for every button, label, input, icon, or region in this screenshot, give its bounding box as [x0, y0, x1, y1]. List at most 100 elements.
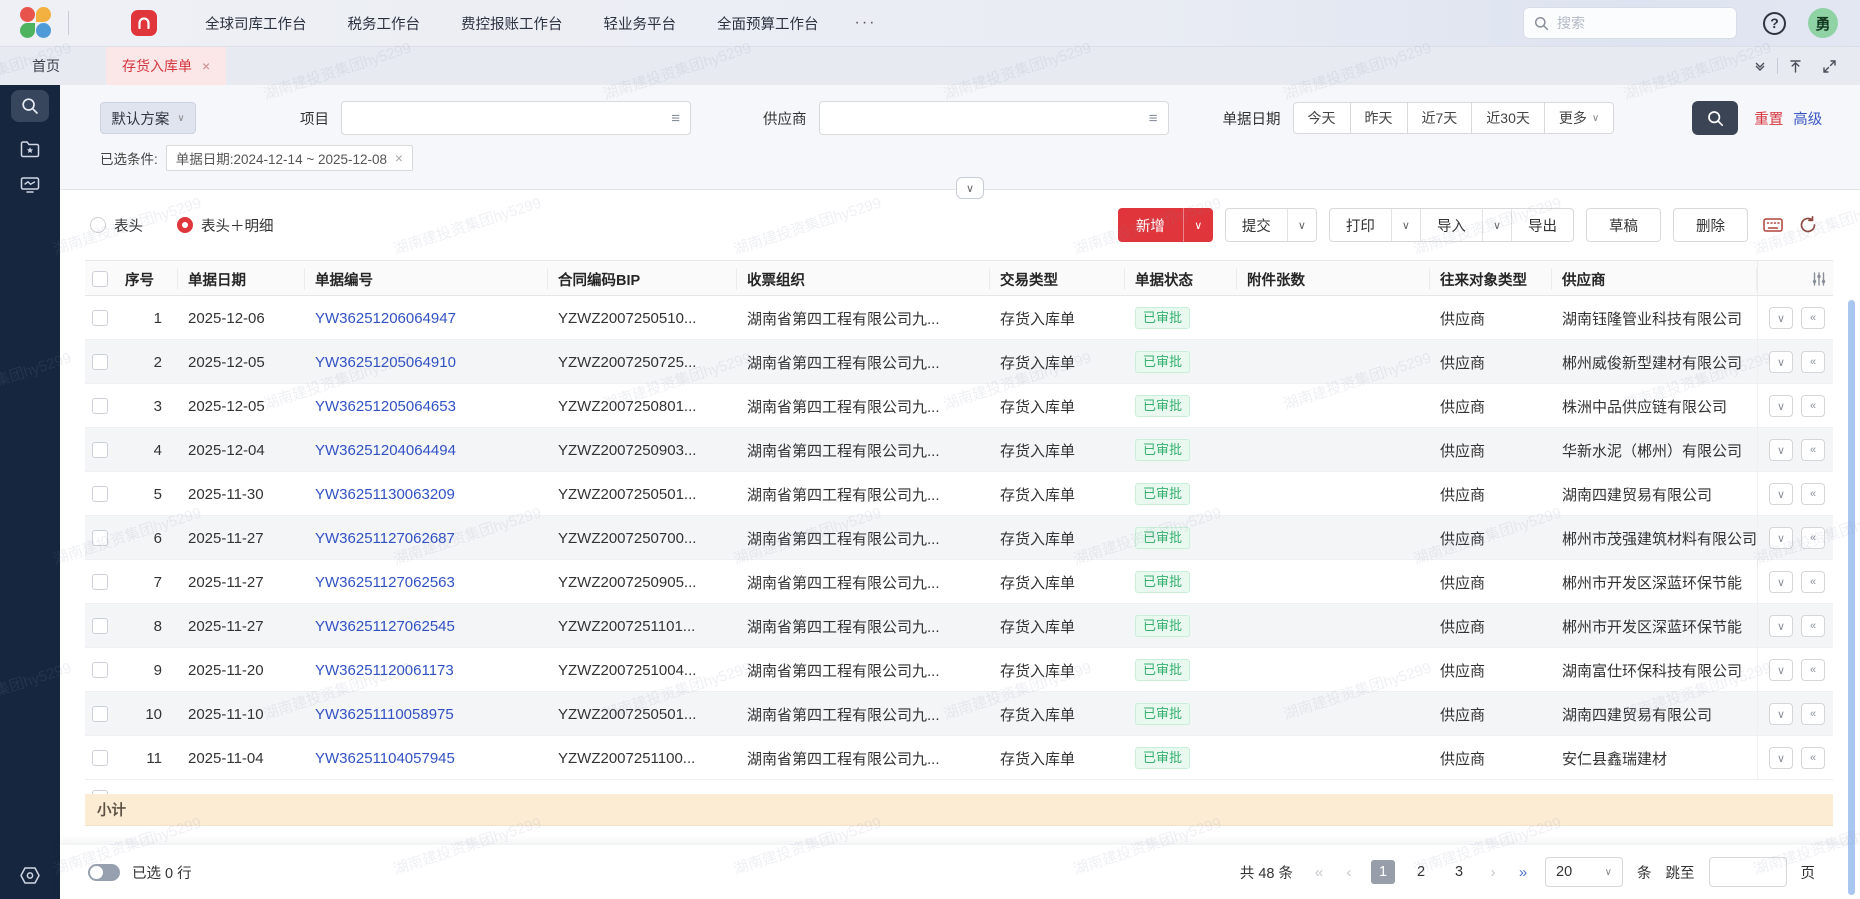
scheme-select[interactable]: 默认方案 ∨	[100, 102, 196, 134]
row-collapse-left-button[interactable]: «	[1801, 483, 1825, 505]
row-checkbox[interactable]	[92, 398, 108, 414]
fullscreen-icon[interactable]	[1812, 59, 1846, 74]
date-30days-button[interactable]: 近30天	[1472, 102, 1545, 134]
row-expand-button[interactable]: ∨	[1769, 659, 1793, 681]
help-icon[interactable]: ?	[1763, 12, 1786, 35]
tab-inventory-inbound[interactable]: 存货入库单 ×	[106, 47, 226, 85]
row-collapse-left-button[interactable]: «	[1801, 747, 1825, 769]
home-app-icon[interactable]	[131, 10, 157, 36]
project-field[interactable]: ≡	[341, 101, 691, 135]
prev-page-icon[interactable]: ‹	[1341, 864, 1357, 881]
row-collapse-left-button[interactable]: «	[1801, 395, 1825, 417]
sidebar-favorites-folder-icon[interactable]	[20, 140, 40, 158]
print-dropdown-icon[interactable]: ∨	[1392, 209, 1420, 241]
add-button[interactable]: 新增 ∨	[1118, 208, 1213, 242]
tabs-collapse-icon[interactable]	[1743, 59, 1777, 73]
doc-number-link[interactable]: YW36251206064947	[315, 310, 456, 327]
supplier-field[interactable]: ≡	[819, 101, 1169, 135]
selection-toggle[interactable]	[88, 864, 120, 881]
row-expand-button[interactable]: ∨	[1769, 395, 1793, 417]
row-collapse-left-button[interactable]: «	[1801, 439, 1825, 461]
row-collapse-left-button[interactable]: «	[1801, 659, 1825, 681]
row-checkbox[interactable]	[92, 310, 108, 326]
row-checkbox[interactable]	[92, 662, 108, 678]
select-all-checkbox[interactable]	[92, 271, 108, 287]
global-search-box[interactable]	[1523, 7, 1737, 39]
last-page-icon[interactable]: »	[1515, 864, 1531, 881]
project-picker-icon[interactable]: ≡	[671, 110, 680, 127]
page-2-button[interactable]: 2	[1409, 860, 1433, 884]
row-expand-button[interactable]: ∨	[1769, 307, 1793, 329]
view-mode-header-detail[interactable]: 表头＋明细	[177, 215, 274, 236]
row-checkbox[interactable]	[92, 530, 108, 546]
doc-number-link[interactable]: YW36251205064653	[315, 398, 456, 415]
filter-search-button[interactable]	[1692, 101, 1738, 135]
row-collapse-left-button[interactable]: «	[1801, 351, 1825, 373]
row-expand-button[interactable]: ∨	[1769, 703, 1793, 725]
delete-button[interactable]: 删除	[1673, 208, 1748, 242]
row-collapse-left-button[interactable]: «	[1801, 615, 1825, 637]
column-settings-icon[interactable]	[1811, 271, 1827, 287]
upload-icon[interactable]	[1778, 59, 1812, 74]
import-dropdown-icon[interactable]: ∨	[1483, 209, 1511, 241]
row-expand-button[interactable]: ∨	[1769, 351, 1793, 373]
row-collapse-left-button[interactable]: «	[1801, 307, 1825, 329]
doc-number-link[interactable]: YW36251127062545	[315, 618, 455, 635]
row-checkbox[interactable]	[92, 618, 108, 634]
supplier-input[interactable]	[830, 110, 1149, 126]
import-button[interactable]: 导入	[1421, 209, 1482, 241]
doc-number-link[interactable]: YW36251204064494	[315, 442, 456, 459]
view-mode-header-only[interactable]: 表头	[90, 215, 143, 236]
date-yesterday-button[interactable]: 昨天	[1351, 102, 1408, 134]
brand-logo-icon[interactable]	[20, 7, 52, 39]
draft-button[interactable]: 草稿	[1586, 208, 1661, 242]
row-expand-button[interactable]: ∨	[1769, 527, 1793, 549]
row-collapse-left-button[interactable]: «	[1801, 571, 1825, 593]
global-search-input[interactable]	[1557, 15, 1707, 31]
nav-item-light-business[interactable]: 轻业务平台	[604, 13, 677, 34]
page-1-button[interactable]: 1	[1371, 860, 1395, 884]
nav-more-icon[interactable]: ···	[855, 14, 877, 32]
submit-button[interactable]: 提交	[1226, 209, 1287, 241]
row-collapse-left-button[interactable]: «	[1801, 703, 1825, 725]
sidebar-search-icon[interactable]	[11, 90, 49, 122]
advanced-link[interactable]: 高级	[1793, 108, 1822, 129]
sidebar-settings-icon[interactable]	[0, 866, 60, 885]
nav-item-expense[interactable]: 费控报账工作台	[461, 13, 563, 34]
row-checkbox[interactable]	[92, 354, 108, 370]
radio-checked-icon[interactable]	[177, 217, 193, 233]
doc-number-link[interactable]: YW36251205064910	[315, 354, 456, 371]
row-checkbox[interactable]	[92, 574, 108, 590]
print-button[interactable]: 打印	[1330, 209, 1391, 241]
sidebar-dashboard-icon[interactable]	[20, 176, 40, 194]
nav-item-budget[interactable]: 全面预算工作台	[717, 13, 819, 34]
supplier-picker-icon[interactable]: ≡	[1149, 110, 1158, 127]
avatar[interactable]: 勇	[1808, 8, 1838, 38]
row-collapse-left-button[interactable]: «	[1801, 527, 1825, 549]
page-3-button[interactable]: 3	[1447, 860, 1471, 884]
radio-unchecked-icon[interactable]	[90, 217, 106, 233]
refresh-icon[interactable]	[1798, 215, 1818, 235]
row-checkbox[interactable]	[92, 750, 108, 766]
row-expand-button[interactable]: ∨	[1769, 483, 1793, 505]
row-expand-button[interactable]: ∨	[1769, 615, 1793, 637]
row-expand-button[interactable]: ∨	[1769, 747, 1793, 769]
keyboard-shortcut-icon[interactable]	[1762, 216, 1784, 234]
row-expand-button[interactable]: ∨	[1769, 439, 1793, 461]
filter-collapse-button[interactable]: ∨	[956, 177, 984, 199]
vertical-scrollbar[interactable]	[1848, 300, 1855, 895]
date-7days-button[interactable]: 近7天	[1408, 102, 1473, 134]
nav-item-tax[interactable]: 税务工作台	[348, 13, 421, 34]
doc-number-link[interactable]: YW36251110058975	[315, 706, 454, 723]
row-checkbox[interactable]	[92, 706, 108, 722]
doc-number-link[interactable]: YW36251120061173	[315, 662, 454, 679]
row-expand-button[interactable]: ∨	[1769, 571, 1793, 593]
reset-link[interactable]: 重置	[1754, 108, 1783, 129]
doc-number-link[interactable]: YW36251104057945	[315, 750, 455, 767]
page-size-select[interactable]: 20 ∨	[1545, 857, 1623, 887]
next-page-icon[interactable]: ›	[1485, 864, 1501, 881]
row-checkbox[interactable]	[92, 486, 108, 502]
doc-number-link[interactable]: YW36251130063209	[315, 486, 455, 503]
doc-number-link[interactable]: YW36251127062563	[315, 574, 455, 591]
submit-dropdown-icon[interactable]: ∨	[1288, 209, 1316, 241]
